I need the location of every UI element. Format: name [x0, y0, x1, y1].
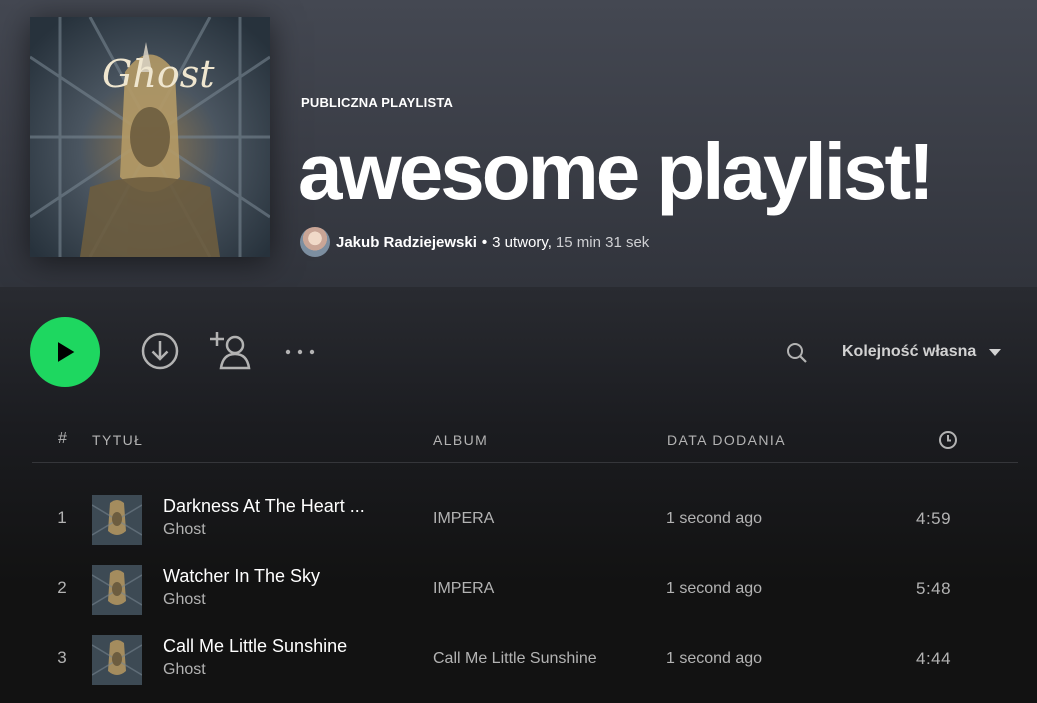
track-artist-link[interactable]: Ghost — [163, 521, 206, 539]
table-row[interactable]: 3 Call Me Little Sunshine Ghost Call Me … — [32, 630, 1018, 690]
track-date-added: 1 second ago — [666, 650, 763, 667]
track-number: 3 — [57, 648, 67, 667]
header-duration[interactable] — [937, 429, 959, 454]
header-title[interactable]: TYTUŁ — [92, 432, 143, 448]
track-title-link[interactable]: Darkness At The Heart ... — [163, 496, 365, 517]
add-user-icon — [210, 332, 251, 370]
search-icon — [787, 343, 807, 363]
sort-label: Kolejność własna — [842, 343, 977, 360]
table-row[interactable]: 1 Darkness At The Heart ... Ghost IMPERA… — [32, 490, 1018, 550]
sort-dropdown[interactable]: Kolejność własna — [842, 340, 1002, 364]
clock-icon — [939, 431, 957, 449]
caret-down-icon — [989, 349, 1002, 356]
track-number: 2 — [57, 578, 67, 597]
more-options-button[interactable] — [281, 340, 321, 364]
play-icon — [58, 342, 75, 362]
owner-avatar[interactable] — [300, 227, 330, 257]
track-number: 1 — [57, 508, 67, 527]
playlist-cover-image[interactable]: Ghost — [30, 17, 270, 257]
track-duration: 4:59 — [916, 509, 952, 528]
track-album-link[interactable]: Call Me Little Sunshine — [433, 650, 597, 668]
track-duration: 5:48 — [916, 579, 952, 598]
search-in-playlist-button[interactable] — [784, 340, 810, 366]
download-button[interactable] — [140, 331, 180, 371]
track-title-link[interactable]: Call Me Little Sunshine — [163, 636, 347, 657]
header-date-added[interactable]: DATA DODANIA — [667, 432, 786, 448]
track-album-art — [92, 565, 142, 615]
owner-name-link[interactable]: Jakub Radziejewski — [336, 234, 477, 251]
playlist-meta: Jakub Radziejewski • 3 utwory, 15 min 31… — [300, 227, 649, 257]
track-date-added: 1 second ago — [666, 580, 763, 597]
playlist-type-label: PUBLICZNA PLAYLISTA — [301, 95, 454, 110]
download-icon — [141, 332, 179, 370]
header-album[interactable]: ALBUM — [433, 432, 488, 448]
track-artist-link[interactable]: Ghost — [163, 661, 206, 679]
track-album-art — [92, 635, 142, 685]
playlist-title: awesome playlist! — [298, 127, 935, 216]
track-date-added: 1 second ago — [666, 510, 763, 527]
table-row[interactable]: 2 Watcher In The Sky Ghost IMPERA 1 seco… — [32, 560, 1018, 620]
more-icon — [285, 349, 315, 355]
play-button[interactable] — [30, 317, 100, 387]
track-album-art — [92, 495, 142, 545]
track-album-link[interactable]: IMPERA — [433, 580, 494, 598]
track-duration: 4:44 — [916, 649, 952, 668]
tracklist-header: # TYTUŁ ALBUM DATA DODANIA — [32, 426, 1018, 463]
meta-separator: • — [481, 233, 488, 251]
playlist-duration: 15 min 31 sek — [555, 233, 650, 251]
track-title-link[interactable]: Watcher In The Sky — [163, 566, 320, 587]
cover-logo-text: Ghost — [102, 52, 215, 96]
header-number: # — [58, 430, 67, 447]
add-collaborator-button[interactable] — [207, 330, 253, 372]
track-artist-link[interactable]: Ghost — [163, 591, 206, 609]
track-album-link[interactable]: IMPERA — [433, 510, 494, 528]
track-count: 3 utwory, — [492, 233, 552, 251]
